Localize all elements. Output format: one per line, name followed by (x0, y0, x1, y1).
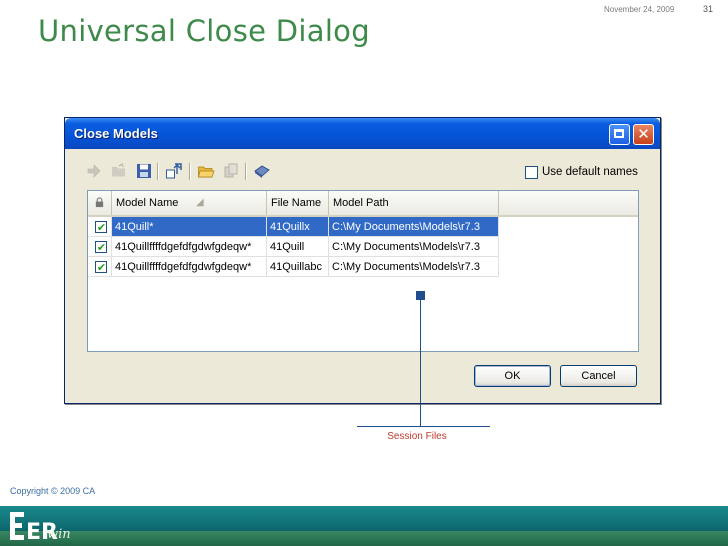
callout-underline (357, 426, 490, 427)
use-default-names-label: Use default names (542, 166, 638, 178)
maximize-button[interactable] (609, 124, 630, 145)
callout-label: Session Files (387, 431, 447, 442)
swap-models-icon[interactable] (165, 162, 183, 180)
table-row[interactable]: ✔ 41Quill* 41Quillx C:\My Documents\Mode… (88, 217, 499, 237)
column-header-label: File Name (271, 197, 322, 209)
row-checkbox-cell[interactable]: ✔ (88, 237, 112, 257)
grid-header: Model Name ◢ File Name Model Path (88, 191, 638, 217)
column-header-label: Model Name (116, 197, 179, 209)
sort-icon: ◢ (196, 197, 204, 208)
toolbar-separator (245, 163, 247, 180)
model-name-cell[interactable]: 41Quillffffdgefdfgdwfgdeqw* (112, 257, 267, 277)
toolbar-separator (157, 163, 159, 180)
checkmark-icon: ✔ (96, 221, 107, 234)
checkmark-icon: ✔ (96, 241, 107, 254)
checkbox-box[interactable] (525, 166, 538, 179)
slide-page-number: 31 (703, 4, 714, 14)
file-name-cell[interactable]: 41Quillx (267, 217, 329, 237)
callout-line (420, 296, 421, 427)
logo-script-text: win (47, 527, 71, 542)
row-checkbox[interactable]: ✔ (95, 241, 107, 254)
lock-icon (95, 197, 104, 208)
footer-band-accent (0, 531, 728, 546)
model-path-cell[interactable]: C:\My Documents\Models\r7.3 (329, 237, 499, 257)
slide-title: Universal Close Dialog (38, 14, 370, 48)
lock-column-header[interactable] (88, 191, 112, 215)
erwin-logo-icon: ER win (10, 512, 71, 545)
model-name-cell[interactable]: 41Quillffffdgefdfgdwfgdeqw* (112, 237, 267, 257)
close-icon: ✕ (637, 125, 650, 143)
model-name-cell[interactable]: 41Quill* (112, 217, 267, 237)
checkmark-icon: ✔ (96, 261, 107, 274)
model-path-cell[interactable]: C:\My Documents\Models\r7.3 (329, 257, 499, 277)
ok-button[interactable]: OK (474, 365, 551, 387)
maximize-icon (614, 129, 624, 138)
table-row[interactable]: ✔ 41Quillffffdgefdfgdwfgdeqw* 41Quillabc… (88, 257, 499, 277)
row-checkbox-cell[interactable]: ✔ (88, 257, 112, 277)
model-path-cell[interactable]: C:\My Documents\Models\r7.3 (329, 217, 499, 237)
dialog-titlebar[interactable]: Close Models ✕ (65, 118, 660, 149)
file-name-cell[interactable]: 41Quill (267, 237, 329, 257)
column-header-label: Model Path (333, 197, 389, 209)
save-icon[interactable] (135, 162, 153, 180)
copy-icon[interactable] (222, 162, 240, 180)
row-checkbox[interactable]: ✔ (95, 261, 107, 274)
table-row[interactable]: ✔ 41Quillffffdgefdfgdwfgdeqw* 41Quill C:… (88, 237, 499, 257)
column-header-model-path[interactable]: Model Path (329, 191, 499, 215)
open-folder-disabled-icon[interactable] (110, 162, 128, 180)
model-icon[interactable] (253, 162, 271, 180)
arrow-right-icon[interactable] (85, 162, 103, 180)
column-header-model-name[interactable]: Model Name ◢ (112, 191, 267, 215)
close-button[interactable]: ✕ (633, 124, 654, 145)
row-checkbox-cell[interactable]: ✔ (88, 217, 112, 237)
close-models-dialog: Close Models ✕ Use default names Model N… (64, 117, 661, 404)
toolbar-separator (189, 163, 191, 180)
file-name-cell[interactable]: 41Quillabc (267, 257, 329, 277)
dialog-toolbar (85, 162, 285, 182)
column-header-file-name[interactable]: File Name (267, 191, 329, 215)
cancel-button[interactable]: Cancel (560, 365, 637, 387)
dialog-title: Close Models (74, 126, 158, 141)
models-grid[interactable]: Model Name ◢ File Name Model Path ✔ 41Qu… (87, 190, 639, 352)
copyright-text: Copyright © 2009 CA (10, 486, 96, 496)
slide-date: November 24, 2009 (604, 5, 675, 14)
row-checkbox[interactable]: ✔ (95, 221, 107, 234)
open-folder-icon[interactable] (197, 162, 215, 180)
